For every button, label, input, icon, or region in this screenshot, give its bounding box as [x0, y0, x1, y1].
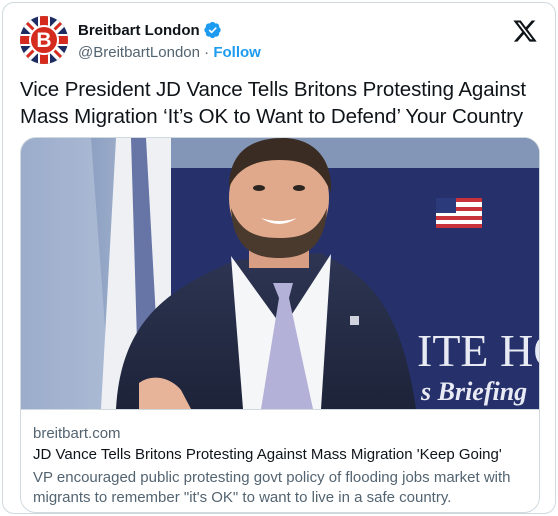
- follow-button[interactable]: Follow: [213, 44, 261, 61]
- avatar-letter: B: [36, 29, 51, 52]
- link-preview-card[interactable]: ITE HOU s Briefing: [20, 137, 540, 513]
- separator: ·: [204, 44, 210, 61]
- article-image[interactable]: ITE HOU s Briefing: [21, 138, 539, 409]
- card-description: VP encouraged public protesting govt pol…: [33, 469, 511, 506]
- avatar[interactable]: B: [20, 16, 68, 64]
- card-domain: breitbart.com: [33, 425, 121, 442]
- image-sign-line2: s Briefing: [420, 377, 527, 406]
- display-name[interactable]: Breitbart London: [78, 21, 222, 39]
- image-sign-line1: ITE HOU: [417, 325, 539, 376]
- verified-badge-icon: [203, 21, 221, 39]
- tweet-text: Vice President JD Vance Tells Britons Pr…: [20, 78, 527, 128]
- avatar-union-jack-logo: B: [20, 16, 68, 64]
- card-divider: [21, 409, 539, 410]
- handle-line: @BreitbartLondon · Follow: [78, 44, 261, 61]
- tweet-card: B Breitbart London @BreitbartLondon · Fo…: [2, 2, 556, 514]
- x-logo-icon[interactable]: [512, 18, 538, 44]
- card-title: JD Vance Tells Britons Protesting Agains…: [33, 446, 502, 463]
- handle[interactable]: @BreitbartLondon: [78, 44, 200, 61]
- display-name-text: Breitbart London: [78, 21, 200, 39]
